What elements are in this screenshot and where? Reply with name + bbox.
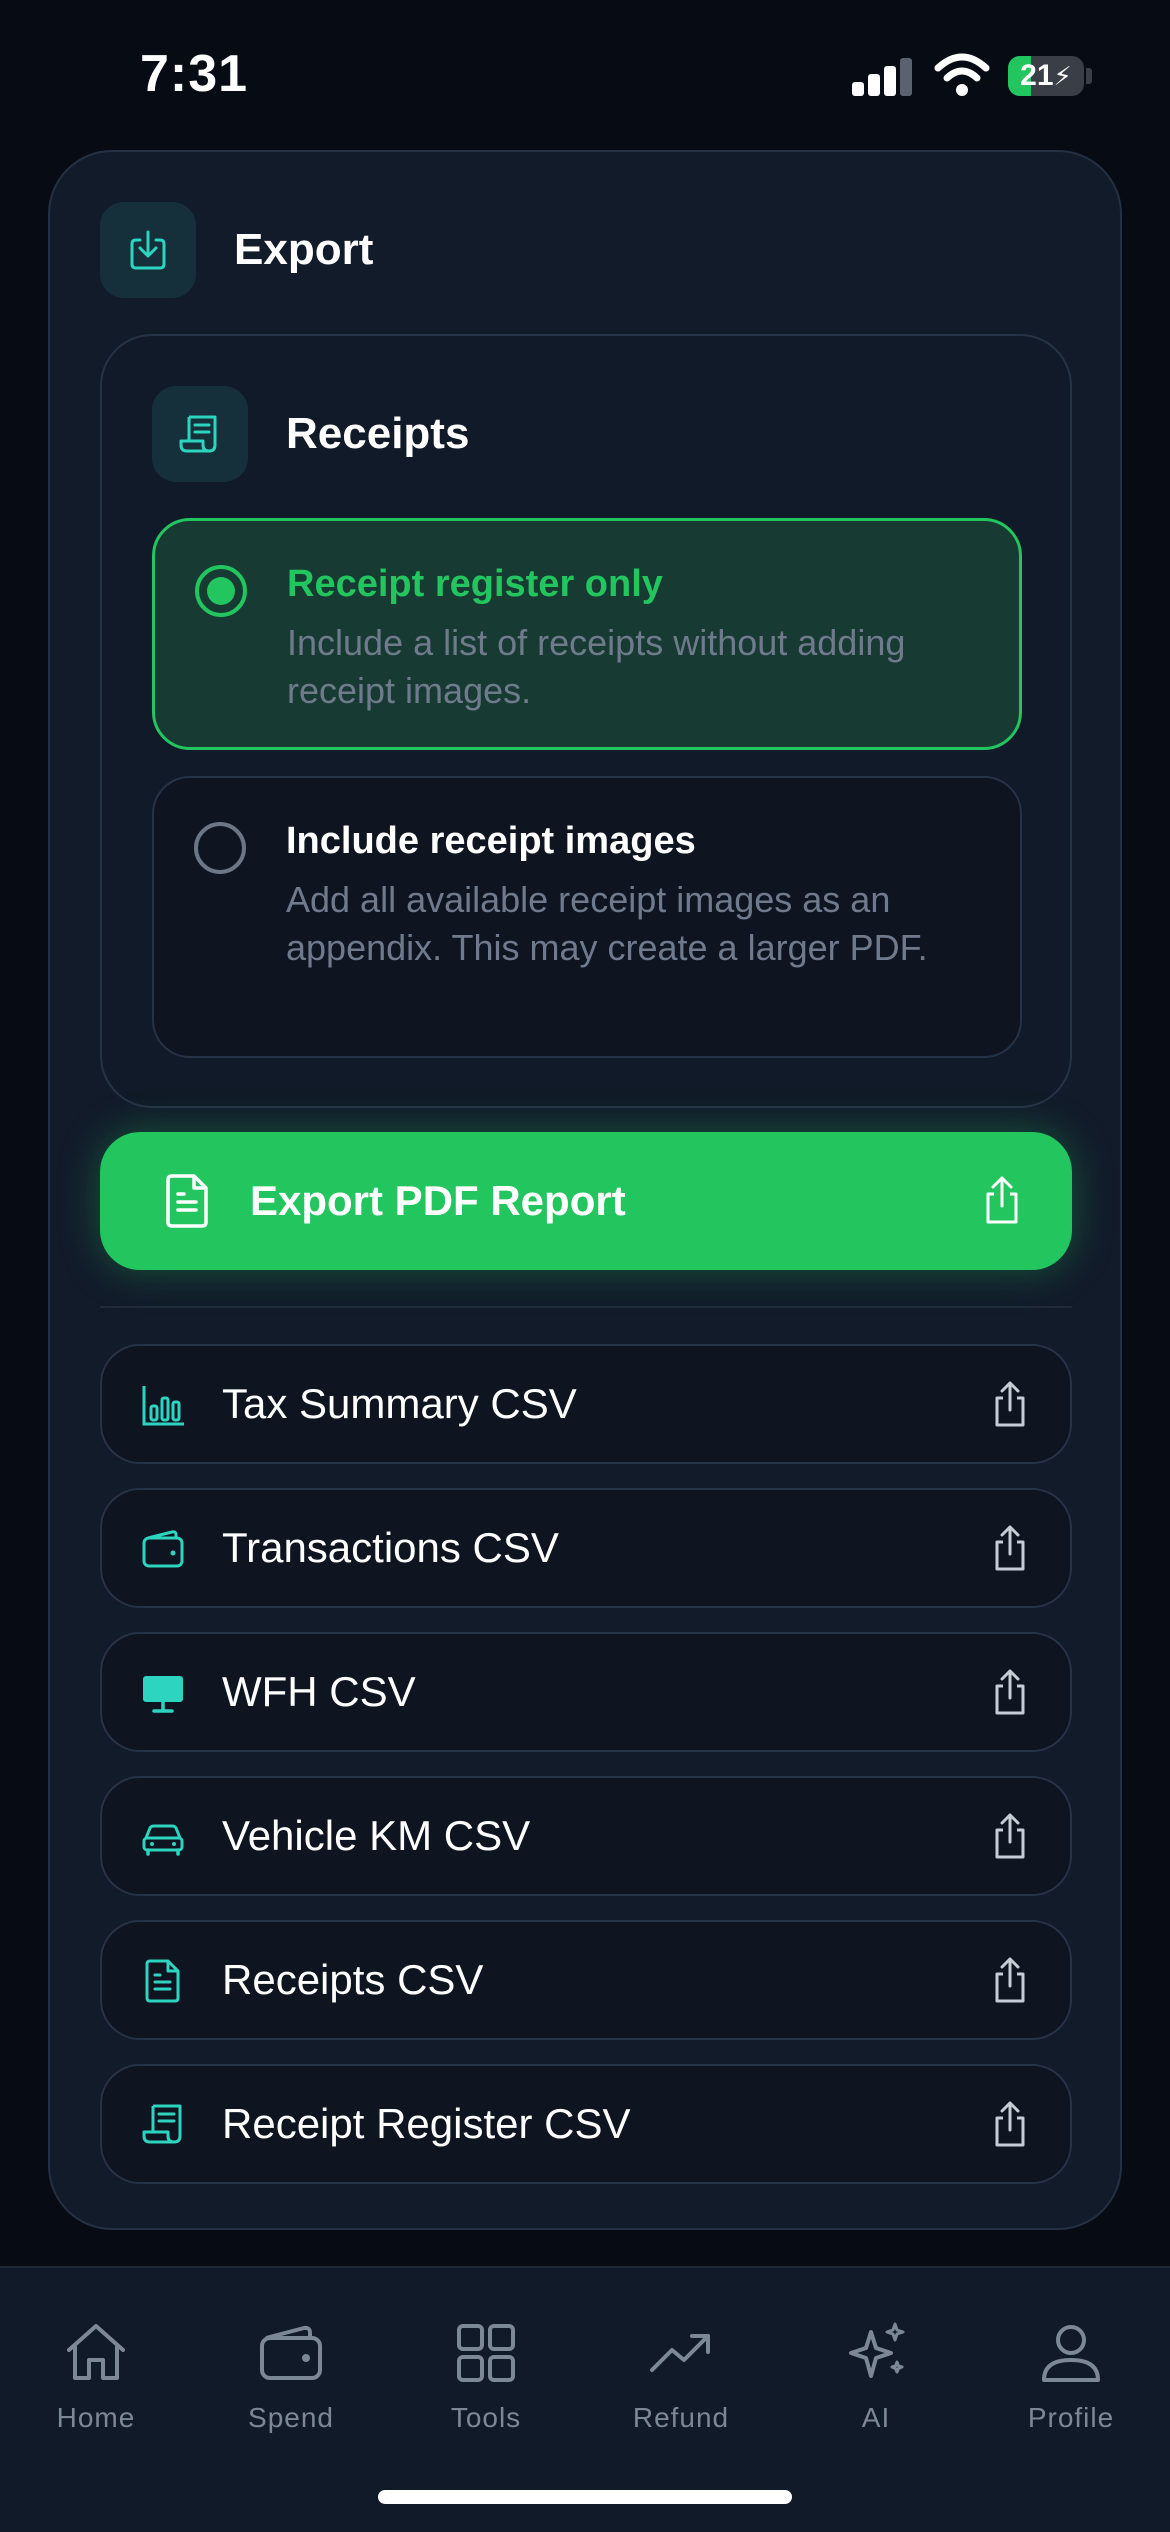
status-bar: 7:31 21 ⚡ bbox=[0, 0, 1170, 150]
download-icon bbox=[100, 202, 196, 298]
wfh-csv-button[interactable]: WFH CSV bbox=[100, 1632, 1072, 1752]
divider bbox=[100, 1306, 1072, 1308]
row-label: Transactions CSV bbox=[222, 1524, 559, 1571]
battery-level: 21 bbox=[1020, 59, 1054, 92]
nav-label: Home bbox=[56, 2402, 136, 2433]
nav-item-profile[interactable]: Profile bbox=[981, 2318, 1161, 2448]
transactions-csv-button[interactable]: Transactions CSV bbox=[100, 1488, 1072, 1608]
option-description: Include a list of receipts without addin… bbox=[287, 622, 906, 711]
receipt-register-csv-button[interactable]: Receipt Register CSV bbox=[100, 2064, 1072, 2184]
monitor-icon bbox=[143, 1676, 183, 1713]
receipts-section: Receipts Receipt register only Include a… bbox=[100, 334, 1072, 1108]
wallet-icon bbox=[260, 2325, 322, 2380]
receipt-icon bbox=[142, 2104, 182, 2144]
row-label: WFH CSV bbox=[222, 1668, 416, 1715]
nav-label: Spend bbox=[248, 2402, 334, 2433]
row-label: Vehicle KM CSV bbox=[222, 1812, 531, 1859]
nav-item-spend[interactable]: Spend bbox=[201, 2318, 381, 2448]
document-icon bbox=[166, 1174, 208, 1228]
nav-label: AI bbox=[861, 2402, 891, 2433]
cellular-signal-icon bbox=[852, 56, 914, 96]
car-icon bbox=[142, 1824, 184, 1856]
nav-label: Tools bbox=[450, 2402, 522, 2433]
battery-icon: 21 ⚡ bbox=[1008, 56, 1084, 96]
receipts-csv-button[interactable]: Receipts CSV bbox=[100, 1920, 1072, 2040]
share-icon bbox=[995, 1669, 1025, 1715]
receipts-title: Receipts bbox=[286, 409, 470, 458]
export-title: Export bbox=[234, 225, 374, 274]
row-label: Receipts CSV bbox=[222, 1956, 484, 2003]
status-time: 7:31 bbox=[140, 45, 249, 103]
export-pdf-label: Export PDF Report bbox=[250, 1177, 626, 1224]
nav-label: Refund bbox=[632, 2402, 730, 2433]
document-icon bbox=[145, 1959, 180, 2003]
radio-selected[interactable] bbox=[195, 565, 247, 617]
option-include-receipt-images[interactable]: Include receipt images Add all available… bbox=[152, 776, 1022, 1058]
share-icon bbox=[995, 1957, 1025, 2003]
option-title: Include receipt images bbox=[286, 820, 696, 862]
row-label: Tax Summary CSV bbox=[222, 1380, 577, 1427]
nav-item-tools[interactable]: Tools bbox=[396, 2318, 576, 2448]
share-icon bbox=[995, 2101, 1025, 2147]
tax-summary-csv-button[interactable]: Tax Summary CSV bbox=[100, 1344, 1072, 1464]
wallet-icon bbox=[142, 1530, 184, 1568]
receipt-icon bbox=[152, 386, 248, 482]
share-icon bbox=[986, 1176, 1018, 1224]
nav-item-refund[interactable]: Refund bbox=[591, 2318, 771, 2448]
nav-label: Profile bbox=[1027, 2402, 1115, 2433]
wifi-icon bbox=[934, 53, 990, 96]
export-header: Export bbox=[100, 202, 373, 298]
trending-up-icon bbox=[650, 2334, 710, 2372]
receipts-header: Receipts bbox=[152, 386, 469, 482]
share-icon bbox=[995, 1525, 1025, 1571]
grid-icon bbox=[457, 2324, 515, 2382]
bar-chart-icon bbox=[142, 1386, 184, 1426]
radio-unselected[interactable] bbox=[194, 822, 246, 874]
user-icon bbox=[1042, 2325, 1100, 2382]
option-title: Receipt register only bbox=[287, 563, 663, 605]
row-label: Receipt Register CSV bbox=[222, 2100, 631, 2147]
vehicle-km-csv-button[interactable]: Vehicle KM CSV bbox=[100, 1776, 1072, 1896]
option-description: Add all available receipt images as an a… bbox=[286, 879, 928, 968]
export-card: Export Receipts Receipt register only In… bbox=[48, 150, 1122, 2230]
sparkles-icon bbox=[849, 2322, 905, 2378]
share-icon bbox=[995, 1381, 1025, 1427]
export-pdf-report-button[interactable]: Export PDF Report bbox=[100, 1132, 1072, 1270]
home-icon bbox=[67, 2324, 125, 2380]
nav-item-home[interactable]: Home bbox=[6, 2318, 186, 2448]
home-indicator bbox=[378, 2490, 792, 2504]
share-icon bbox=[995, 1813, 1025, 1859]
nav-item-ai[interactable]: AI bbox=[786, 2318, 966, 2448]
option-receipt-register-only[interactable]: Receipt register only Include a list of … bbox=[152, 518, 1022, 750]
